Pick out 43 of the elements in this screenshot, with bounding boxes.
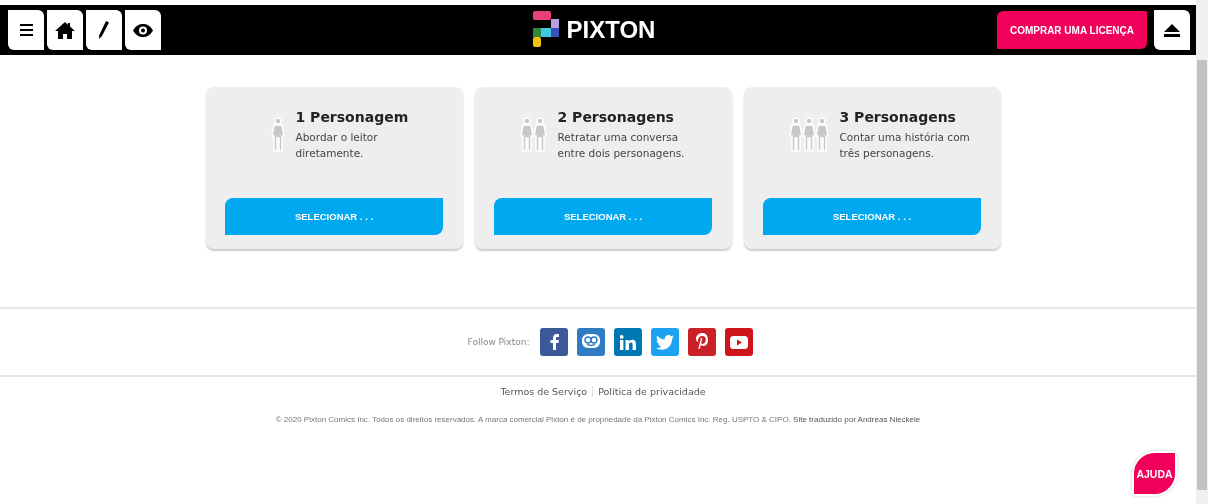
copyright-text: © 2020 Pixton Comics Inc. Todos os direitos reservados. A marca comercial Pixton é de propriedade da Pixton Comics Inc. Reg. USPTO & CIPO. Site traduzido por Andreas Nieckele — [274, 415, 922, 424]
logo-icon — [532, 11, 559, 49]
facebook-icon — [549, 334, 559, 350]
card-title: 3 Personagens — [839, 109, 957, 125]
social-link[interactable] — [688, 328, 717, 356]
logo-text: PIXTON — [566, 16, 656, 44]
pencil-icon — [99, 21, 109, 39]
people-icon — [519, 117, 548, 153]
social-link[interactable] — [651, 328, 680, 356]
social-link[interactable] — [614, 328, 643, 356]
social-link[interactable] — [577, 328, 606, 356]
scrollbar[interactable] — [1196, 0, 1208, 504]
card-description: Abordar o leitor diretamente. — [295, 130, 379, 161]
linkedin-icon — [620, 334, 637, 350]
footer-link[interactable]: Política de privacidade — [592, 386, 711, 397]
social-link[interactable] — [540, 328, 569, 356]
select-button[interactable]: SELECIONAR . . . — [763, 198, 981, 235]
card-description: Contar uma história com três personagens. — [839, 130, 971, 161]
card-description: Retratar uma conversa entre dois personagens. — [557, 130, 686, 161]
bird-icon — [656, 334, 675, 350]
people-icon — [788, 117, 830, 153]
eye-icon — [133, 23, 153, 37]
edit-button[interactable] — [86, 10, 122, 50]
follow-label: Follow Pixton: — [467, 337, 530, 347]
person-icon — [270, 117, 286, 153]
social-link[interactable] — [725, 328, 754, 356]
home-button[interactable] — [47, 10, 83, 50]
select-button[interactable]: SELECIONAR . . . — [225, 198, 443, 235]
select-button[interactable]: SELECIONAR . . . — [494, 198, 712, 235]
footer-link[interactable]: Termos de Serviço — [495, 386, 593, 397]
menu-icon — [19, 24, 33, 36]
home-icon — [55, 21, 75, 39]
pin-p-icon — [696, 333, 709, 351]
menu-button[interactable] — [8, 10, 44, 50]
buy-license-button[interactable]: COMPRAR UMA LICENÇA — [996, 11, 1147, 49]
eject-button[interactable] — [1154, 10, 1190, 50]
eject-icon — [1164, 23, 1180, 37]
card-title: 1 Personagem — [295, 109, 410, 125]
face-glasses-icon — [581, 333, 602, 351]
help-button[interactable]: AJUDA — [1132, 451, 1177, 496]
play-icon — [730, 335, 749, 349]
card-title: 2 Personagens — [557, 109, 675, 125]
preview-button[interactable] — [125, 10, 161, 50]
